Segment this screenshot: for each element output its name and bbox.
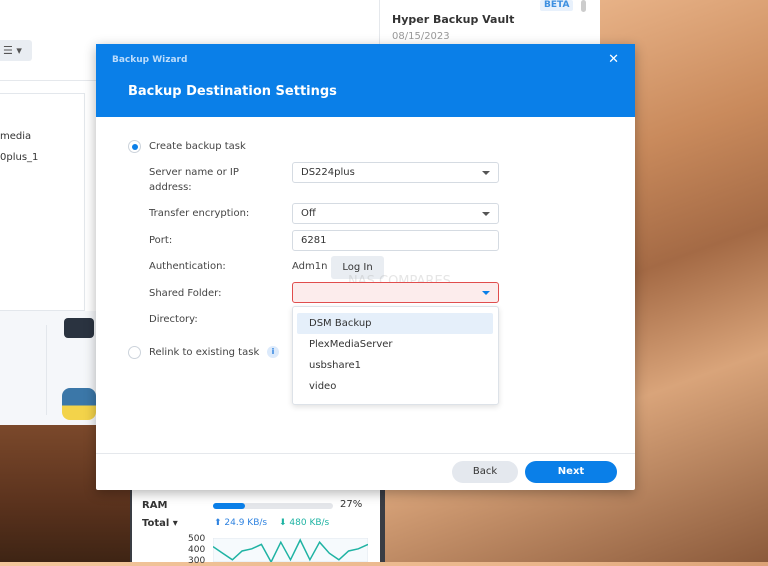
port-input[interactable]: 6281 — [292, 230, 499, 251]
view-menu-button[interactable]: ☰ ▾ — [0, 40, 32, 61]
divider — [35, 325, 47, 415]
server-value: DS224plus — [301, 167, 355, 178]
app-title[interactable]: Hyper Backup Vault — [392, 13, 514, 26]
chevron-down-icon — [482, 171, 490, 175]
chevron-down-icon — [482, 212, 490, 216]
create-task-radio[interactable] — [128, 140, 141, 153]
info-icon[interactable]: i — [267, 346, 279, 358]
chevron-down-icon — [482, 291, 490, 295]
dropdown-option[interactable]: PlexMediaServer — [297, 334, 493, 355]
package-icon — [64, 318, 94, 338]
shared-folder-dropdown: DSM Backup PlexMediaServer usbshare1 vid… — [292, 306, 499, 405]
resource-monitor-widget: RAM 27% Total ▾ ⬆ 24.9 KB/s ⬇ 480 KB/s 5… — [130, 488, 385, 566]
beta-badge: BETA — [540, 0, 574, 11]
shared-folder-label: Shared Folder: — [149, 288, 222, 299]
upload-rate: ⬆ 24.9 KB/s — [214, 518, 268, 528]
dropdown-option[interactable]: video — [297, 376, 493, 397]
encryption-label: Transfer encryption: — [149, 208, 250, 219]
y-tick: 400 — [188, 545, 206, 555]
ram-progress-bar — [213, 503, 333, 509]
auth-label: Authentication: — [149, 261, 226, 272]
y-tick: 500 — [188, 534, 206, 544]
dropdown-option[interactable]: DSM Backup — [297, 313, 493, 334]
auth-user: Adm1n — [292, 261, 328, 272]
network-sparkline — [213, 538, 368, 562]
server-select[interactable]: DS224plus — [292, 162, 499, 183]
relink-task-radio[interactable] — [128, 346, 141, 359]
port-label: Port: — [149, 235, 173, 246]
back-button[interactable]: Back — [452, 461, 518, 483]
next-button[interactable]: Next — [525, 461, 617, 483]
backup-wizard-dialog: Backup Wizard Backup Destination Setting… — [96, 44, 635, 490]
create-task-label[interactable]: Create backup task — [149, 139, 246, 154]
scrollbar[interactable] — [581, 0, 586, 12]
list-item[interactable]: 0plus_1 — [0, 152, 38, 163]
dialog-header: Backup Wizard Backup Destination Setting… — [96, 44, 635, 117]
relink-task-label[interactable]: Relink to existing task — [149, 345, 259, 360]
list-panel: media 0plus_1 — [0, 93, 85, 311]
ram-percent: 27% — [340, 499, 363, 510]
list-item[interactable]: media — [0, 131, 31, 142]
dialog-window-title: Backup Wizard — [112, 55, 188, 65]
python-icon — [62, 388, 96, 420]
download-rate: ⬇ 480 KB/s — [279, 518, 330, 528]
page-title: Backup Destination Settings — [128, 84, 337, 99]
close-icon[interactable]: ✕ — [608, 52, 619, 67]
ram-label: RAM — [142, 500, 168, 511]
encryption-select[interactable]: Off — [292, 203, 499, 224]
divider — [96, 453, 635, 454]
server-label: Server name or IP address: — [149, 167, 239, 193]
encryption-value: Off — [301, 208, 316, 219]
shared-folder-select[interactable] — [292, 282, 499, 303]
y-tick: 300 — [188, 556, 206, 566]
network-select[interactable]: Total ▾ — [142, 518, 178, 529]
directory-label: Directory: — [149, 314, 198, 325]
app-date: 08/15/2023 — [392, 31, 450, 42]
hyper-backup-vault-window: BETA Hyper Backup Vault 08/15/2023 — [380, 0, 600, 45]
ram-progress-fill — [213, 503, 246, 509]
dropdown-option[interactable]: usbshare1 — [297, 355, 493, 376]
